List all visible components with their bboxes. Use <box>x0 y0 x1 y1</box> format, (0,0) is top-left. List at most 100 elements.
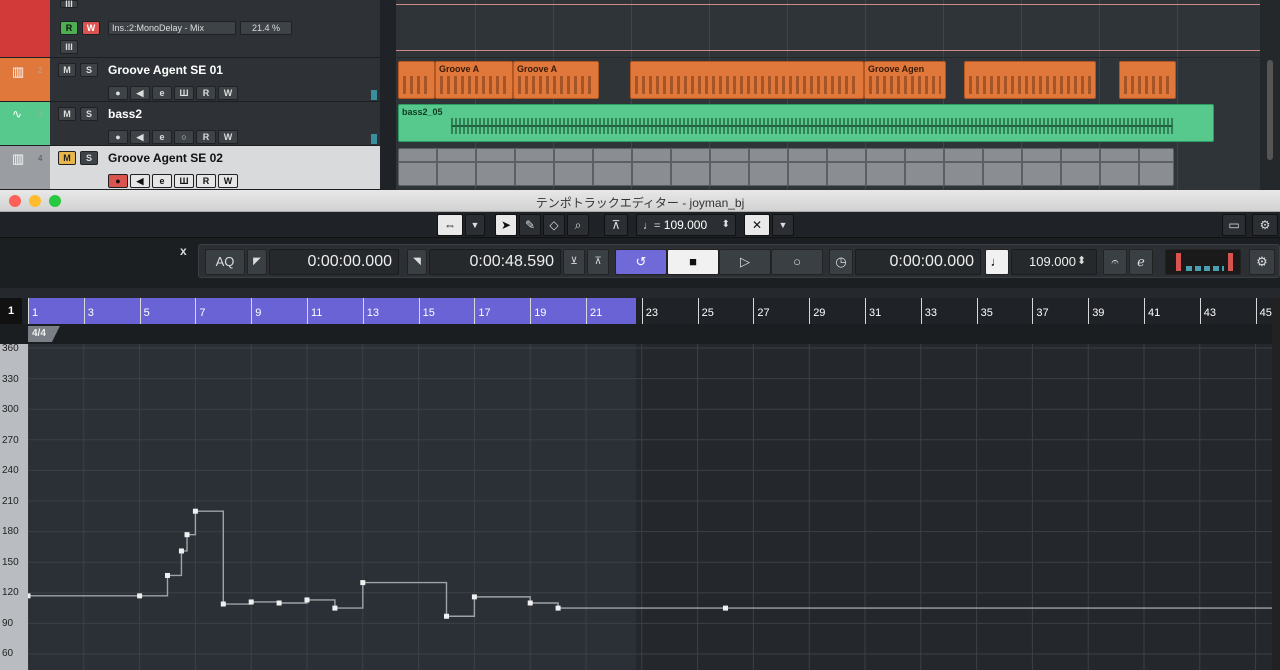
solo-button[interactable]: S <box>80 63 98 77</box>
snap-dropdown-icon[interactable]: ▼ <box>772 214 794 236</box>
vertical-scrollbar[interactable] <box>1260 0 1280 190</box>
timeline-ruler[interactable]: 1 1 3 5 7 9 11 13 15 17 19 21 23 25 27 29 31 33 35 37 39 41 4… <box>0 298 1280 324</box>
track-header-4[interactable]: ▥ 4 M S Groove Agent SE 02 ● ◀ e Ш R W <box>0 146 380 190</box>
edit-button[interactable]: e <box>152 130 172 144</box>
erase-tool-icon[interactable]: ◇ <box>543 214 565 236</box>
tempo-point <box>360 580 366 586</box>
left-locator-time[interactable]: 0:00:00.000 <box>269 249 399 275</box>
tempo-stepper-icon[interactable]: ⬍ <box>1077 254 1086 267</box>
midi-part[interactable] <box>630 61 864 99</box>
expand-button[interactable]: III <box>60 0 78 9</box>
tempo-curve-graph[interactable] <box>28 344 1272 670</box>
part-label: Groove A <box>439 64 480 74</box>
write-automation-button[interactable]: W <box>82 21 100 35</box>
window-titlebar[interactable]: テンポトラックエディター - joyman_bj <box>0 190 1280 212</box>
audio-event-bass[interactable]: bass2_05 <box>398 104 1214 142</box>
track-name[interactable]: Groove Agent SE 01 <box>108 63 223 77</box>
track-header-1[interactable]: III R W Ins.:2:MonoDelay - Mix 21.4 % II… <box>0 0 380 58</box>
tempo-field[interactable]: ♩= 109.000 ⬍ <box>636 214 736 236</box>
track-header-3[interactable]: ∿ 3 M S bass2 ● ◀ e ○ R W <box>0 102 380 146</box>
ruler-bar-label: 45 <box>1259 307 1272 319</box>
draw-tool-icon[interactable]: ✎ <box>519 214 541 236</box>
insert-tempo-icon[interactable]: ⊼ <box>604 214 628 236</box>
object-selection-tool-icon[interactable]: ➤ <box>495 214 517 236</box>
right-locator-icon[interactable]: ◥ <box>407 249 427 275</box>
edit-instrument-icon[interactable]: ℯ <box>1129 249 1153 275</box>
record-enable-button[interactable]: ● <box>108 174 128 188</box>
mute-button[interactable]: M <box>58 63 76 77</box>
window-layout-icon[interactable]: ▭ <box>1222 214 1246 236</box>
midi-part-groove-2[interactable]: Groove A <box>513 61 599 99</box>
midi-part-groove-3[interactable]: Groove Agen <box>864 61 946 99</box>
read-button[interactable]: R <box>196 174 216 188</box>
solo-button[interactable]: S <box>80 151 98 165</box>
read-button[interactable]: R <box>196 86 216 100</box>
snap-icon[interactable]: ✕ <box>744 214 770 236</box>
ruler-tick <box>307 298 308 324</box>
ruler-tick <box>586 298 587 324</box>
midi-part-groove-1[interactable]: Groove A <box>435 61 513 99</box>
instrument-button[interactable]: Ш <box>174 174 194 188</box>
record-enable-button[interactable]: ● <box>108 86 128 100</box>
track-number: 3 <box>38 110 43 119</box>
expand-button-2[interactable]: III <box>60 40 78 54</box>
midi-part-muted[interactable] <box>398 148 1174 186</box>
zoom-tool-icon[interactable]: ⌕ <box>567 214 589 236</box>
transport-panel: AQ ◤ 0:00:00.000 ◥ 0:00:48.590 ⊻ ⊼ ↺ ■ ▷… <box>198 244 1280 278</box>
cycle-loop-icon[interactable]: ↺ <box>615 249 667 275</box>
arrangement-area[interactable]: Groove A Groove A Groove Agen bass2_05 <box>396 0 1260 190</box>
tempo-track-icon[interactable]: ♩ <box>985 249 1009 275</box>
settings-gear-icon[interactable]: ⚙ <box>1252 214 1278 236</box>
y-axis-label: 300 <box>2 404 19 415</box>
punch-out-icon[interactable]: ⊼ <box>587 249 609 275</box>
scroll-thumb[interactable] <box>1267 60 1273 160</box>
record-enable-button[interactable]: ● <box>108 130 128 144</box>
mode-dropdown-icon[interactable]: ▼ <box>465 214 485 236</box>
metronome-icon[interactable]: 𝄐 <box>1103 249 1127 275</box>
track-list-divider[interactable] <box>380 0 396 190</box>
record-icon[interactable]: ○ <box>771 249 823 275</box>
signature-track[interactable]: 4/4 <box>0 324 1280 344</box>
midi-part[interactable] <box>398 61 435 99</box>
write-button[interactable]: W <box>218 174 238 188</box>
transport-bar: AQ ◤ 0:00:00.000 ◥ 0:00:48.590 ⊻ ⊼ ↺ ■ ▷… <box>0 238 1280 288</box>
monitor-button[interactable]: ◀ <box>130 174 150 188</box>
automation-lane[interactable] <box>396 0 1260 58</box>
mode-icon[interactable]: ⇔ <box>437 214 463 236</box>
punch-in-icon[interactable]: ⊻ <box>563 249 585 275</box>
edit-instrument-button[interactable]: e <box>152 86 172 100</box>
track-name[interactable]: bass2 <box>108 107 142 121</box>
right-scrollbar[interactable] <box>1272 298 1280 670</box>
write-button[interactable]: W <box>218 86 238 100</box>
part-divider <box>399 161 1173 163</box>
play-icon[interactable]: ▷ <box>719 249 771 275</box>
midi-part[interactable] <box>1119 61 1176 99</box>
read-automation-button[interactable]: R <box>60 21 78 35</box>
stop-icon[interactable]: ■ <box>667 249 719 275</box>
monitor-button[interactable]: ◀ <box>130 130 150 144</box>
instrument-button[interactable]: Ш <box>174 86 194 100</box>
right-locator-time[interactable]: 0:00:48.590 <box>429 249 561 275</box>
lane-button[interactable]: ○ <box>174 130 194 144</box>
midi-part[interactable] <box>964 61 1096 99</box>
track-name[interactable]: Groove Agent SE 02 <box>108 151 223 165</box>
automation-value[interactable]: 21.4 % <box>240 21 292 35</box>
transport-settings-gear-icon[interactable]: ⚙ <box>1249 249 1275 275</box>
automation-parameter-select[interactable]: Ins.:2:MonoDelay - Mix <box>108 21 236 35</box>
audio-waveform-icon: ∿ <box>12 107 23 121</box>
write-button[interactable]: W <box>218 130 238 144</box>
solo-button[interactable]: S <box>80 107 98 121</box>
time-signature-event[interactable]: 4/4 <box>28 326 60 342</box>
y-axis-label: 270 <box>2 434 19 446</box>
monitor-button[interactable]: ◀ <box>130 86 150 100</box>
left-locator-icon[interactable]: ◤ <box>247 249 267 275</box>
mute-button[interactable]: M <box>58 151 76 165</box>
close-transport-icon[interactable]: x <box>180 244 187 258</box>
time-display-icon[interactable]: ◷ <box>829 249 853 275</box>
read-button[interactable]: R <box>196 130 216 144</box>
track-header-2[interactable]: ▥ 2 M S Groove Agent SE 01 ● ◀ e Ш R W <box>0 58 380 102</box>
edit-instrument-button[interactable]: e <box>152 174 172 188</box>
position-time[interactable]: 0:00:00.000 <box>855 249 981 275</box>
auto-quantize-button[interactable]: AQ <box>205 249 245 275</box>
mute-button[interactable]: M <box>58 107 76 121</box>
